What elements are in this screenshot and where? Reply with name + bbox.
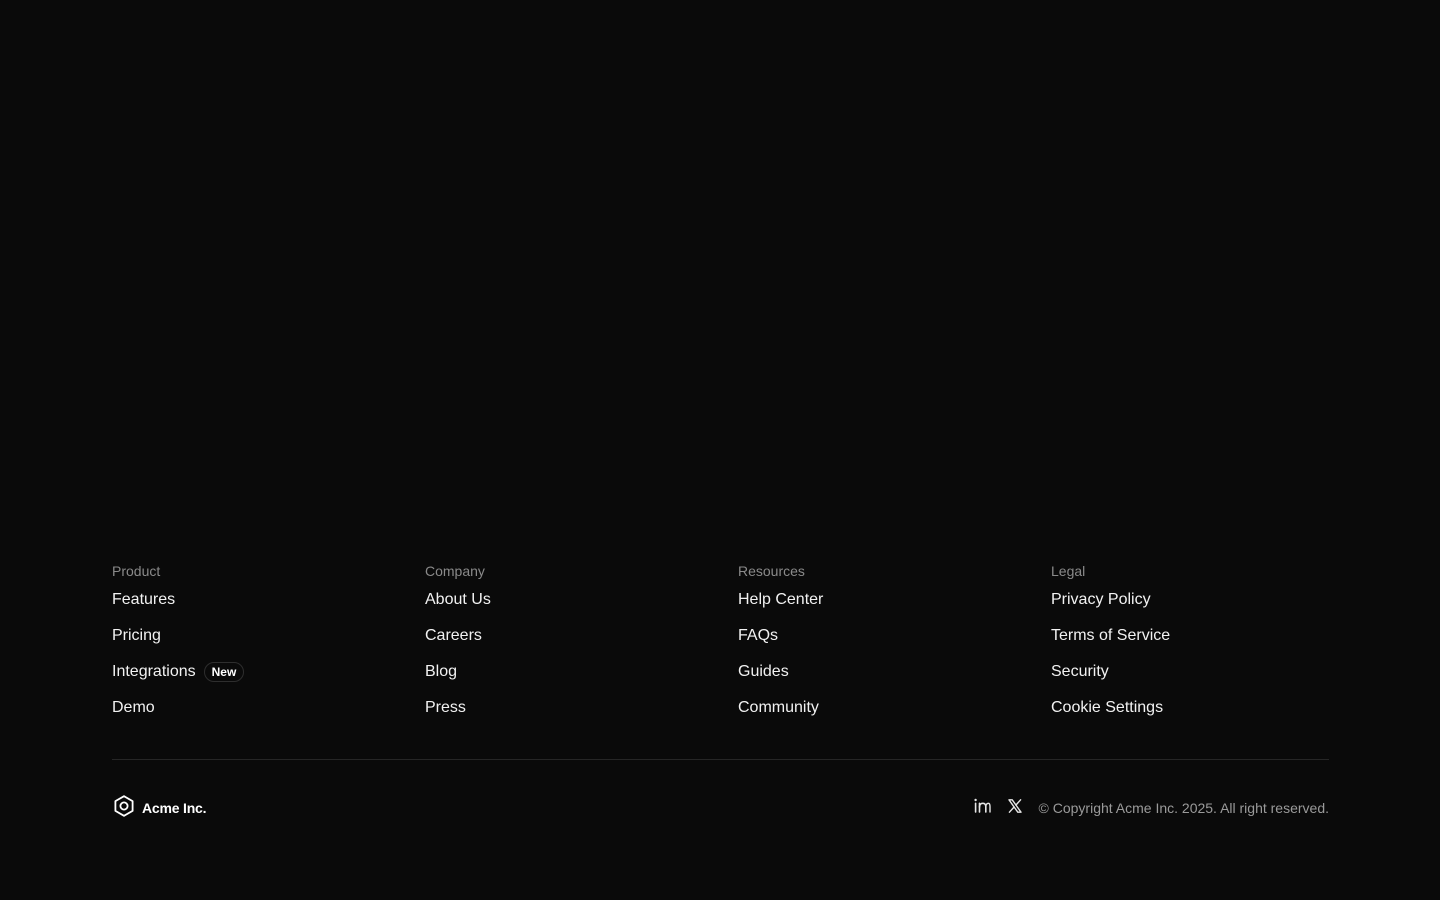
column-heading: Product (112, 563, 161, 579)
footer-link-terms-of-service[interactable]: Terms of Service (1051, 618, 1329, 654)
copyright-text: © Copyright Acme Inc. 2025. All right re… (1038, 800, 1329, 816)
column-heading: Legal (1051, 563, 1086, 579)
linkedin-icon (973, 797, 991, 820)
footer-link-community[interactable]: Community (738, 690, 1051, 726)
footer-link-features[interactable]: Features (112, 582, 425, 618)
new-badge: New (203, 662, 245, 682)
footer-columns: Product Features Pricing Integrations New… (112, 556, 1329, 736)
link-label: Blog (425, 663, 458, 680)
site-footer: Product Features Pricing Integrations New… (112, 556, 1329, 736)
linkedin-link[interactable] (972, 798, 992, 818)
link-label: Help Center (738, 591, 824, 608)
link-list: About Us Careers Blog Press (425, 582, 738, 726)
footer-divider (112, 759, 1329, 760)
page: Product Features Pricing Integrations New… (0, 0, 1440, 900)
link-list: Features Pricing Integrations New Demo (112, 582, 425, 726)
footer-column-legal: Legal Privacy Policy Terms of Service Se… (1051, 556, 1329, 736)
footer-link-help-center[interactable]: Help Center (738, 582, 1051, 618)
link-label: Privacy Policy (1051, 591, 1151, 608)
footer-link-cookie-settings[interactable]: Cookie Settings (1051, 690, 1329, 726)
link-label: Press (425, 699, 466, 716)
link-list: Help Center FAQs Guides Community (738, 582, 1051, 726)
link-label: Community (738, 699, 819, 716)
footer-link-about-us[interactable]: About Us (425, 582, 738, 618)
footer-link-integrations[interactable]: Integrations New (112, 654, 425, 690)
link-label: Pricing (112, 627, 161, 644)
footer-link-demo[interactable]: Demo (112, 690, 425, 726)
link-label: About Us (425, 591, 491, 608)
footer-link-guides[interactable]: Guides (738, 654, 1051, 690)
footer-link-press[interactable]: Press (425, 690, 738, 726)
column-heading: Company (425, 563, 485, 579)
link-list: Privacy Policy Terms of Service Security… (1051, 582, 1329, 726)
footer-link-careers[interactable]: Careers (425, 618, 738, 654)
footer-link-privacy-policy[interactable]: Privacy Policy (1051, 582, 1329, 618)
footer-link-faqs[interactable]: FAQs (738, 618, 1051, 654)
link-label: Guides (738, 663, 789, 680)
x-twitter-icon (1007, 798, 1023, 819)
link-label: Integrations (112, 663, 196, 680)
footer-link-pricing[interactable]: Pricing (112, 618, 425, 654)
link-label: Terms of Service (1051, 627, 1171, 644)
link-label: Security (1051, 663, 1109, 680)
column-heading: Resources (738, 563, 805, 579)
footer-bottom-bar: Acme Inc. © Copyright Acme Inc. 2025. Al… (112, 794, 1329, 822)
footer-column-company: Company About Us Careers Blog Press (425, 556, 738, 736)
footer-column-product: Product Features Pricing Integrations New… (112, 556, 425, 736)
brand-home-link[interactable]: Acme Inc. (112, 794, 207, 823)
footer-link-security[interactable]: Security (1051, 654, 1329, 690)
brand-name: Acme Inc. (142, 800, 207, 816)
link-label: FAQs (738, 627, 779, 644)
link-label: Careers (425, 627, 482, 644)
link-label: Cookie Settings (1051, 699, 1164, 716)
footer-column-resources: Resources Help Center FAQs Guides Commun… (738, 556, 1051, 736)
footer-link-blog[interactable]: Blog (425, 654, 738, 690)
link-label: Demo (112, 699, 155, 716)
x-twitter-link[interactable] (1005, 798, 1025, 818)
footer-meta: © Copyright Acme Inc. 2025. All right re… (972, 798, 1329, 818)
link-label: Features (112, 591, 176, 608)
hexagon-logo-icon (112, 794, 136, 823)
